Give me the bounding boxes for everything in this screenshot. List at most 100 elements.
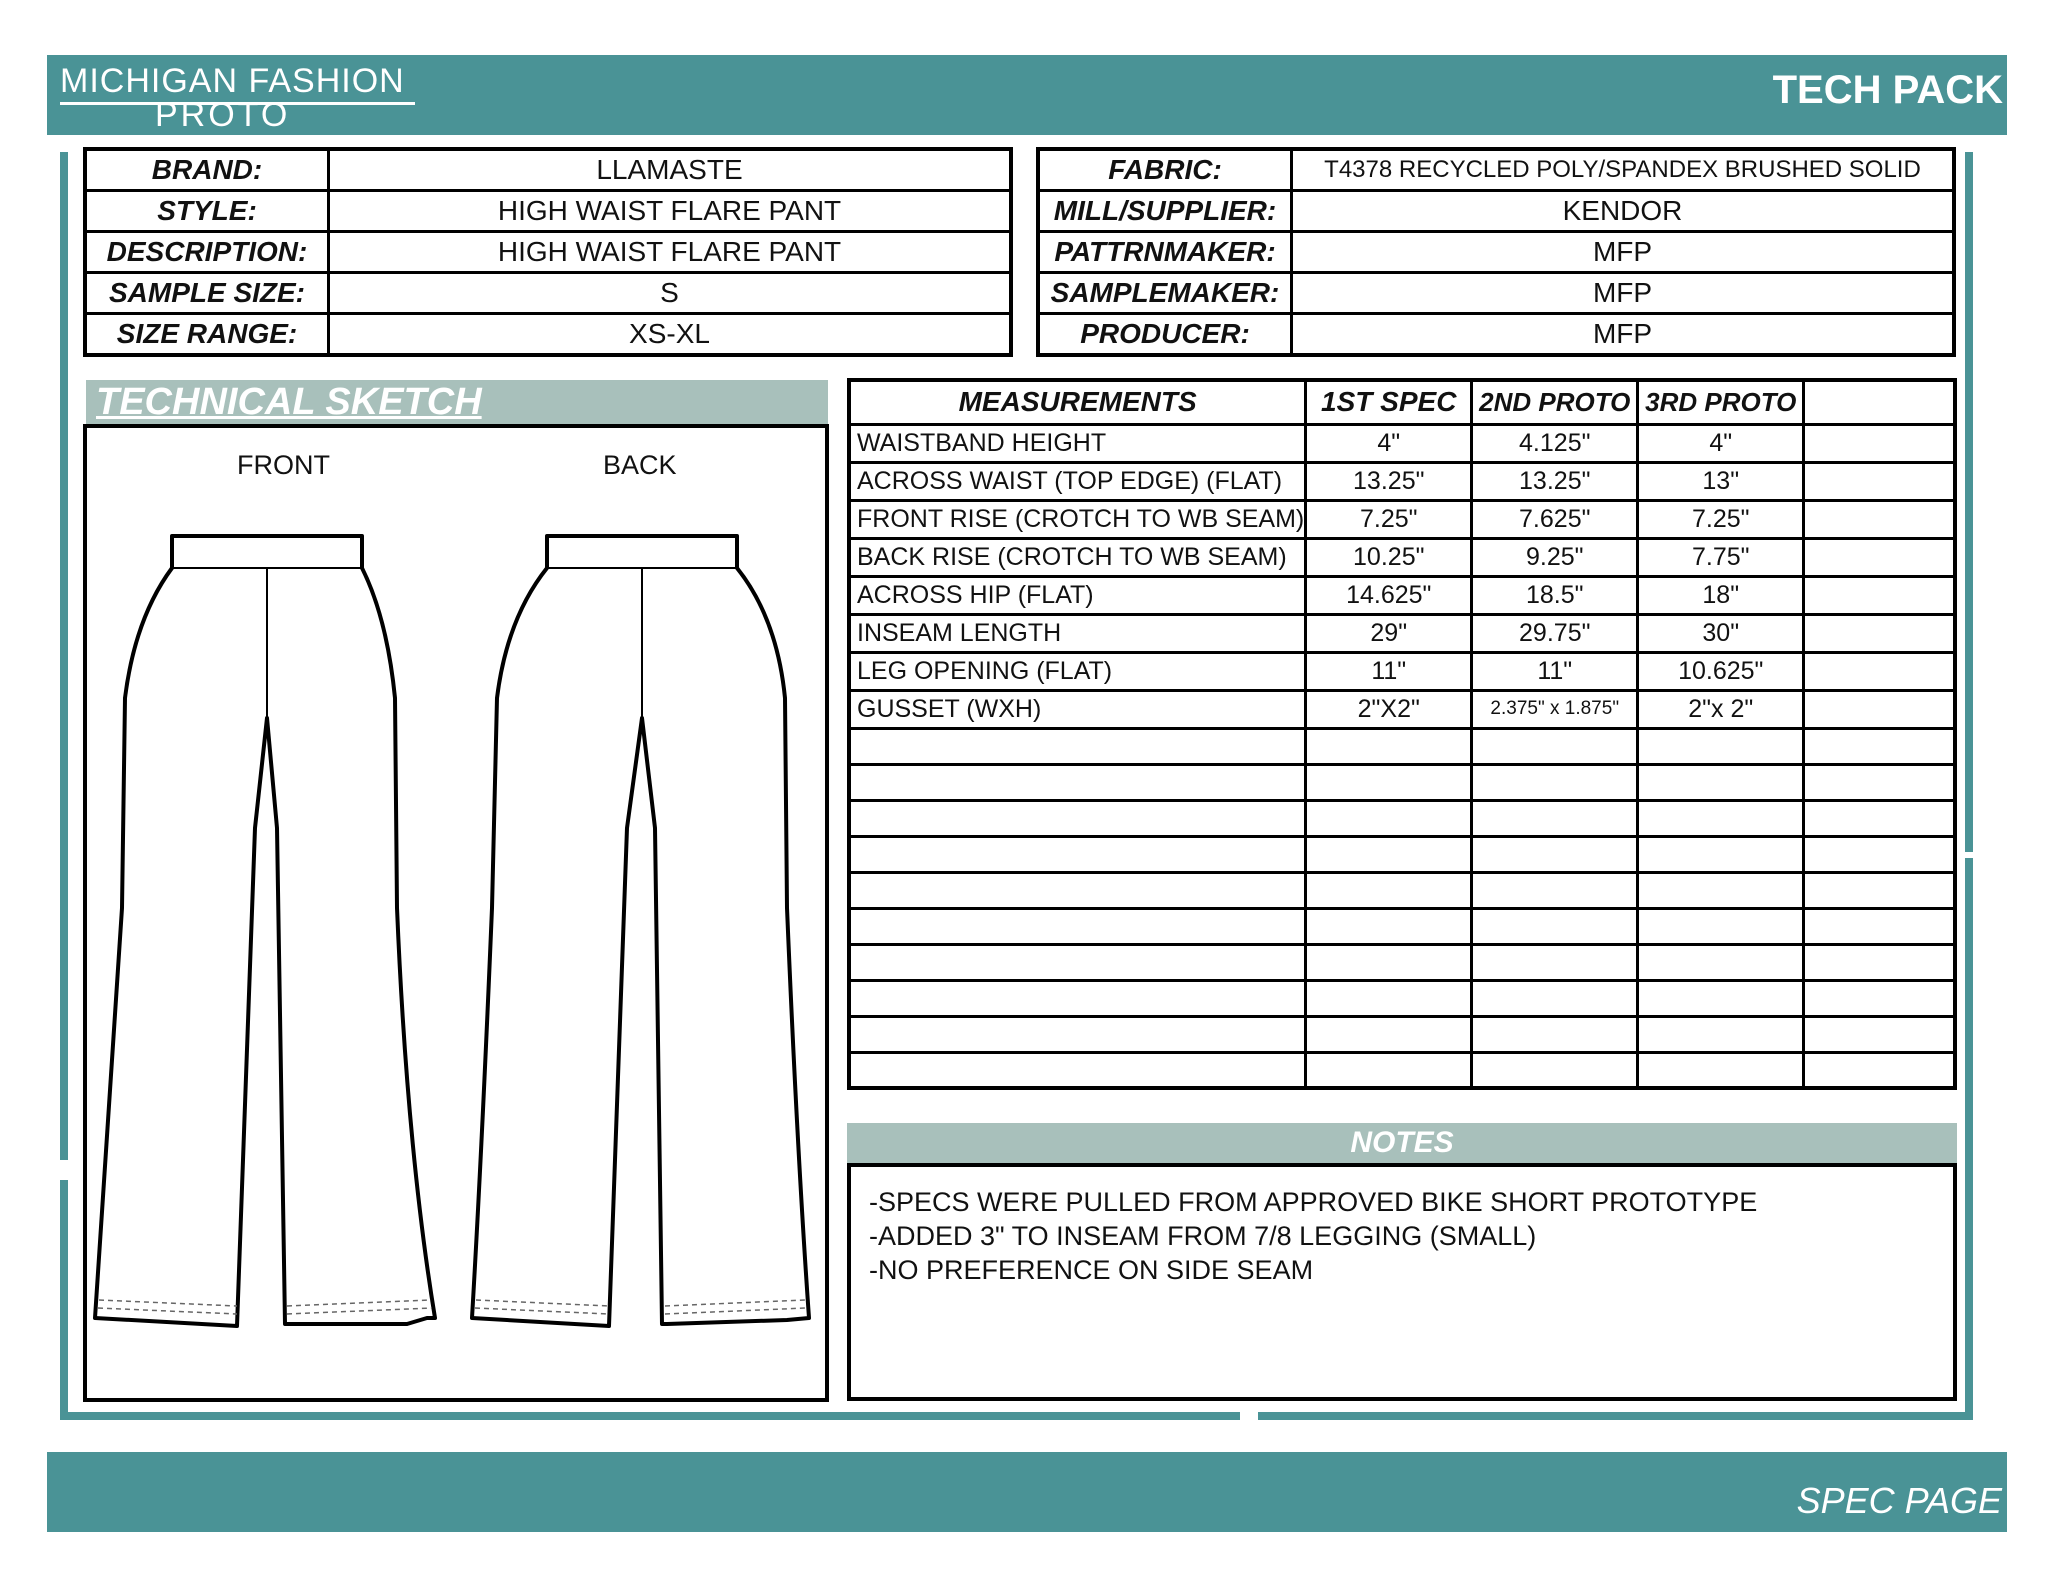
measurement-name: INSEAM LENGTH — [847, 612, 1308, 654]
measurement-value — [1470, 1014, 1640, 1054]
measurement-value: 13.25" — [1470, 460, 1640, 502]
measurement-value: 11" — [1470, 650, 1640, 692]
info-value: MFP — [1290, 312, 1956, 357]
info-label: MILL/SUPPLIER: — [1036, 189, 1293, 233]
header-1st-spec: 1ST SPEC — [1304, 378, 1474, 426]
measurement-value — [1802, 536, 1957, 578]
measurement-value — [1802, 422, 1957, 464]
measurement-name — [847, 942, 1308, 982]
measurement-value — [1802, 1014, 1957, 1054]
info-label: SAMPLEMAKER: — [1036, 271, 1293, 315]
measurement-value — [1304, 762, 1474, 802]
measurement-row — [847, 798, 1957, 838]
measurement-value — [1802, 650, 1957, 692]
measurement-row — [847, 978, 1957, 1018]
measurement-value: 7.25" — [1304, 498, 1474, 540]
header-3rd-proto: 3RD PROTO — [1636, 378, 1806, 426]
measurement-row — [847, 1014, 1957, 1054]
measurement-value — [1802, 798, 1957, 838]
measurement-name — [847, 1014, 1308, 1054]
measurement-row — [847, 726, 1957, 766]
note-line: -SPECS WERE PULLED FROM APPROVED BIKE SH… — [869, 1187, 1758, 1217]
measurement-value — [1802, 726, 1957, 766]
measurement-value — [1802, 1050, 1957, 1090]
info-value: XS-XL — [327, 312, 1013, 357]
measurement-value — [1802, 688, 1957, 730]
measurement-name — [847, 798, 1308, 838]
header-blank — [1802, 378, 1957, 426]
measurement-value — [1636, 906, 1806, 946]
header-measurements: MEASUREMENTS — [847, 378, 1308, 426]
info-label: DESCRIPTION: — [83, 230, 330, 274]
info-label: FABRIC: — [1036, 147, 1293, 192]
frame-left-top — [60, 152, 68, 1160]
measurement-row: LEG OPENING (FLAT) 11" 11" 10.625" — [847, 650, 1957, 692]
measurement-value: 13" — [1636, 460, 1806, 502]
measurement-value — [1304, 1014, 1474, 1054]
measurement-value — [1470, 798, 1640, 838]
info-label: BRAND: — [83, 147, 330, 192]
measurement-value — [1636, 1014, 1806, 1054]
measurement-value — [1304, 726, 1474, 766]
measurement-value: 7.25" — [1636, 498, 1806, 540]
measurement-value: 10.25" — [1304, 536, 1474, 578]
measurement-value — [1304, 870, 1474, 910]
measurement-value — [1802, 612, 1957, 654]
measurement-value — [1470, 906, 1640, 946]
front-pant-drawing — [93, 534, 437, 1328]
measurement-value — [1802, 460, 1957, 502]
notes-title: NOTES — [847, 1123, 1957, 1163]
info-value: HIGH WAIST FLARE PANT — [327, 189, 1013, 233]
fabric-info-table: FABRIC: T4378 RECYCLED POLY/SPANDEX BRUSH… — [1036, 147, 1956, 357]
measurement-value: 4" — [1636, 422, 1806, 464]
measurement-value: 9.25" — [1470, 536, 1640, 578]
info-value: MFP — [1290, 271, 1956, 315]
measurement-name: ACROSS HIP (FLAT) — [847, 574, 1308, 616]
info-label: PRODUCER: — [1036, 312, 1293, 357]
measurement-name — [847, 906, 1308, 946]
company-logo: MICHIGAN FASHION PROTO — [60, 62, 430, 134]
frame-left-bottom — [60, 1180, 68, 1420]
measurement-value — [1802, 498, 1957, 540]
info-row: SAMPLEMAKER: MFP — [1036, 271, 1956, 315]
measurement-value — [1802, 906, 1957, 946]
measurement-name — [847, 870, 1308, 910]
measurement-value: 7.625" — [1470, 498, 1640, 540]
measurement-name — [847, 726, 1308, 766]
measurement-name: WAISTBAND HEIGHT — [847, 422, 1308, 464]
info-label: SAMPLE SIZE: — [83, 271, 330, 315]
measurement-value: 10.625" — [1636, 650, 1806, 692]
info-value: LLAMASTE — [327, 147, 1013, 192]
measurement-value — [1470, 942, 1640, 982]
measurements-table: MEASUREMENTS 1ST SPEC 2ND PROTO 3RD PROT… — [847, 378, 1957, 1090]
measurement-value — [1802, 978, 1957, 1018]
measurement-value: 13.25" — [1304, 460, 1474, 502]
measurement-name: BACK RISE (CROTCH TO WB SEAM) — [847, 536, 1308, 578]
measurements-header-row: MEASUREMENTS 1ST SPEC 2ND PROTO 3RD PROT… — [847, 378, 1957, 426]
measurement-row: ACROSS WAIST (TOP EDGE) (FLAT) 13.25" 13.2… — [847, 460, 1957, 502]
measurement-value — [1304, 834, 1474, 874]
measurement-value — [1470, 762, 1640, 802]
measurement-value: 2"x 2" — [1636, 688, 1806, 730]
measurement-value — [1304, 798, 1474, 838]
measurement-name: LEG OPENING (FLAT) — [847, 650, 1308, 692]
measurement-value: 4.125" — [1470, 422, 1640, 464]
measurement-row: INSEAM LENGTH 29" 29.75" 30" — [847, 612, 1957, 654]
measurement-value — [1470, 978, 1640, 1018]
measurement-value — [1802, 870, 1957, 910]
note-line: -NO PREFERENCE ON SIDE SEAM — [869, 1255, 1314, 1285]
info-row: BRAND: LLAMASTE — [83, 147, 1013, 192]
info-row: FABRIC: T4378 RECYCLED POLY/SPANDEX BRUSH… — [1036, 147, 1956, 192]
header-2nd-proto: 2ND PROTO — [1470, 378, 1640, 426]
info-label: SIZE RANGE: — [83, 312, 330, 357]
measurement-value: 18" — [1636, 574, 1806, 616]
info-value: T4378 RECYCLED POLY/SPANDEX BRUSHED SOLI… — [1290, 147, 1956, 192]
page-title: TECH PACK — [1772, 68, 2003, 112]
info-value: KENDOR — [1290, 189, 1956, 233]
measurement-row: FRONT RISE (CROTCH TO WB SEAM) 7.25" 7.625… — [847, 498, 1957, 540]
info-row: DESCRIPTION: HIGH WAIST FLARE PANT — [83, 230, 1013, 274]
measurement-row — [847, 834, 1957, 874]
info-value: HIGH WAIST FLARE PANT — [327, 230, 1013, 274]
info-row: MILL/SUPPLIER: KENDOR — [1036, 189, 1956, 233]
measurement-value — [1636, 978, 1806, 1018]
